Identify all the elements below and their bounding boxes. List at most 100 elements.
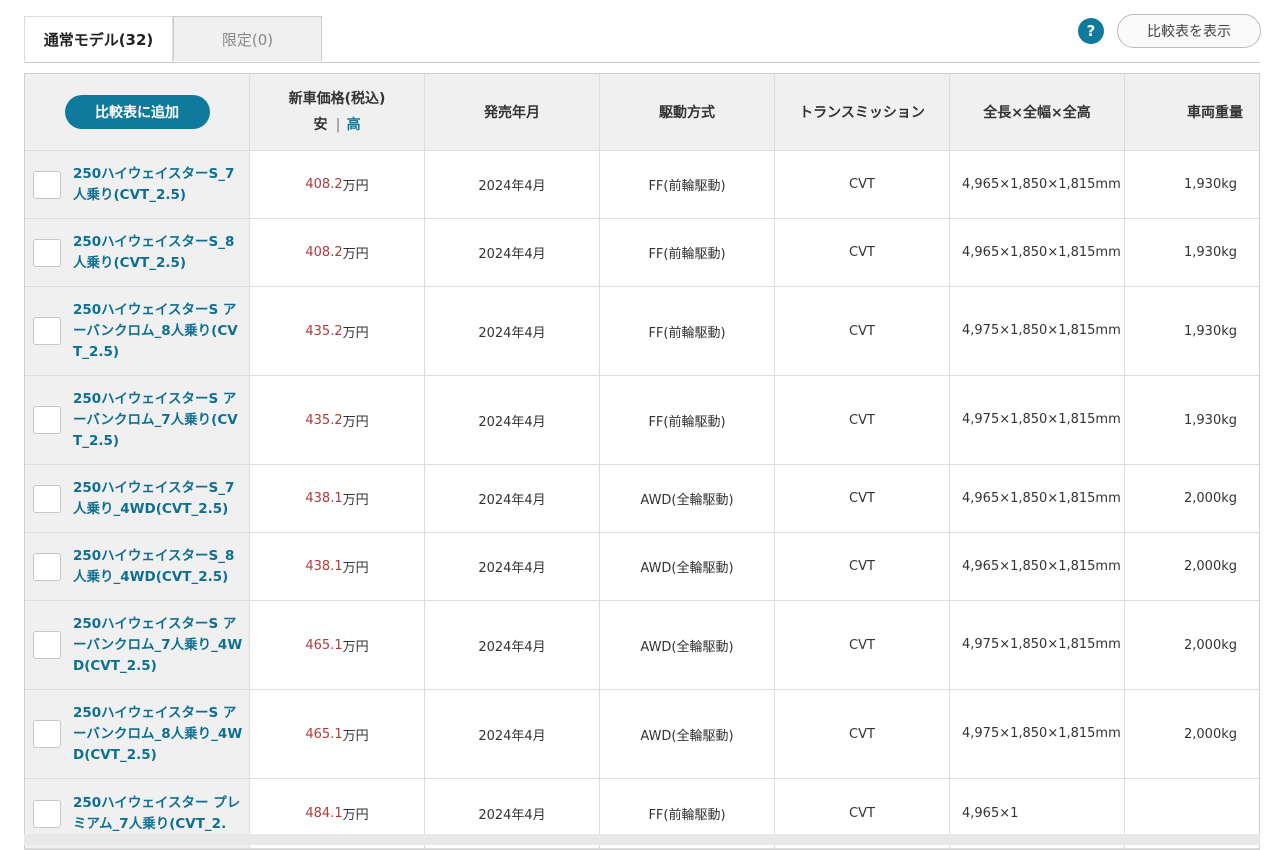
model-cell: 250ハイウェイスターS アーバンクロム_7人乗り_4WD(CVT_2.5) bbox=[25, 601, 250, 689]
sort-separator: | bbox=[335, 117, 341, 133]
header-release: 発売年月 bbox=[425, 74, 600, 150]
price-cell: 435.2 万円 bbox=[250, 376, 425, 464]
weight-cell: 1,930kg bbox=[1184, 323, 1237, 339]
price-unit: 万円 bbox=[342, 414, 369, 430]
header-drive: 駆動方式 bbox=[600, 74, 775, 150]
compare-checkbox[interactable] bbox=[33, 406, 61, 434]
weight-cell: 1,930kg bbox=[1184, 412, 1237, 428]
model-name-link[interactable]: 250ハイウェイスターS アーバンクロム_8人乗り_4WD(CVT_2.5) bbox=[73, 703, 243, 766]
header-dimensions: 全長×全幅×全高 bbox=[950, 74, 1125, 150]
price-value: 435.2 bbox=[305, 412, 343, 428]
weight-cell: 1,930kg bbox=[1184, 177, 1237, 192]
price-cell: 438.1 万円 bbox=[250, 533, 425, 600]
release-cell: 2024年4月 bbox=[425, 287, 600, 375]
release-cell: 2024年4月 bbox=[425, 690, 600, 778]
table-row: 250ハイウェイスターS_7人乗り_4WD(CVT_2.5) 438.1 万円 2… bbox=[25, 465, 1259, 533]
model-cell: 250ハイウェイスターS_7人乗り_4WD(CVT_2.5) bbox=[25, 465, 250, 532]
dimensions-cell: 4,975×1,850×1,815mm bbox=[950, 376, 1125, 464]
compare-checkbox[interactable] bbox=[33, 799, 61, 828]
table-row: 250ハイウェイスターS アーバンクロム_8人乗り(CVT_2.5) 435.2… bbox=[25, 287, 1259, 376]
table-row: 250ハイウェイスターS_7人乗り(CVT_2.5) 408.2 万円 2024年… bbox=[25, 151, 1259, 219]
price-cell: 465.1 万円 bbox=[250, 601, 425, 689]
model-name-link[interactable]: 250ハイウェイスターS_8人乗り(CVT_2.5) bbox=[73, 232, 243, 274]
compare-checkbox[interactable] bbox=[33, 484, 61, 513]
drive-cell: AWD(全輪駆動) bbox=[600, 465, 775, 532]
sort-high-link[interactable]: 高 bbox=[347, 117, 361, 133]
price-unit: 万円 bbox=[342, 325, 369, 341]
weight-cell: 2,000kg bbox=[1184, 559, 1237, 574]
table-row: 250ハイウェイスターS_8人乗り_4WD(CVT_2.5) 438.1 万円 2… bbox=[25, 533, 1259, 601]
model-cell: 250ハイウェイスターS アーバンクロム_8人乗り(CVT_2.5) bbox=[25, 287, 250, 375]
transmission-cell: CVT bbox=[775, 151, 950, 218]
show-compare-table-button[interactable]: 比較表を表示 bbox=[1117, 14, 1261, 48]
transmission-cell: CVT bbox=[775, 601, 950, 689]
release-cell: 2024年4月 bbox=[425, 601, 600, 689]
price-value: 438.1 bbox=[305, 559, 343, 574]
table-header: 比較表に追加 新車価格(税込) 安 | 高 発売年月 駆動方式 トランスミッション … bbox=[25, 74, 1259, 151]
horizontal-scrollbar[interactable] bbox=[24, 834, 1260, 845]
price-unit: 万円 bbox=[342, 247, 369, 262]
model-name-link[interactable]: 250ハイウェイスターS_8人乗り_4WD(CVT_2.5) bbox=[73, 546, 243, 588]
help-icon[interactable]: ? bbox=[1078, 18, 1104, 44]
transmission-cell: CVT bbox=[775, 376, 950, 464]
price-unit: 万円 bbox=[342, 808, 369, 823]
table-row: 250ハイウェイスターS アーバンクロム_7人乗り_4WD(CVT_2.5) 4… bbox=[25, 601, 1259, 690]
model-cell: 250ハイウェイスターS_8人乗り_4WD(CVT_2.5) bbox=[25, 533, 250, 600]
drive-cell: AWD(全輪駆動) bbox=[600, 690, 775, 778]
tab-regular-models[interactable]: 通常モデル(32) bbox=[24, 16, 173, 62]
price-cell: 438.1 万円 bbox=[250, 465, 425, 532]
header-weight: 車両重量 bbox=[1187, 105, 1243, 121]
price-value: 408.2 bbox=[305, 177, 343, 192]
add-to-compare-button[interactable]: 比較表に追加 bbox=[64, 95, 210, 129]
header-price: 新車価格(税込) 安 | 高 bbox=[250, 74, 425, 150]
weight-cell: 2,000kg bbox=[1184, 637, 1237, 653]
compare-checkbox[interactable] bbox=[33, 631, 61, 659]
price-unit: 万円 bbox=[342, 728, 369, 744]
transmission-cell: CVT bbox=[775, 690, 950, 778]
price-cell: 465.1 万円 bbox=[250, 690, 425, 778]
dimensions-cell: 4,975×1,850×1,815mm bbox=[950, 287, 1125, 375]
model-table: 比較表に追加 新車価格(税込) 安 | 高 発売年月 駆動方式 トランスミッション … bbox=[24, 73, 1260, 850]
tab-limited-models[interactable]: 限定(0) bbox=[173, 16, 322, 61]
weight-cell: 1,930kg bbox=[1184, 245, 1237, 260]
dimensions-cell: 4,965×1,850×1,815mm bbox=[950, 151, 1125, 218]
table-row: 250ハイウェイスターS アーバンクロム_7人乗り(CVT_2.5) 435.2… bbox=[25, 376, 1259, 465]
weight-cell: 2,000kg bbox=[1184, 491, 1237, 506]
price-value: 465.1 bbox=[305, 637, 343, 653]
dimensions-cell: 4,975×1,850×1,815mm bbox=[950, 601, 1125, 689]
drive-cell: FF(前輪駆動) bbox=[600, 287, 775, 375]
price-cell: 435.2 万円 bbox=[250, 287, 425, 375]
model-name-link[interactable]: 250ハイウェイスターS アーバンクロム_8人乗り(CVT_2.5) bbox=[73, 300, 243, 363]
model-name-link[interactable]: 250ハイウェイスターS_7人乗り_4WD(CVT_2.5) bbox=[73, 478, 243, 520]
compare-checkbox[interactable] bbox=[33, 170, 61, 199]
release-cell: 2024年4月 bbox=[425, 219, 600, 286]
model-name-link[interactable]: 250ハイウェイスターS アーバンクロム_7人乗り_4WD(CVT_2.5) bbox=[73, 614, 243, 677]
drive-cell: FF(前輪駆動) bbox=[600, 219, 775, 286]
price-value: 435.2 bbox=[305, 323, 343, 339]
compare-checkbox[interactable] bbox=[33, 238, 61, 267]
model-name-link[interactable]: 250ハイウェイスター プレミアム_7人乗り(CVT_2. bbox=[73, 793, 243, 835]
dimensions-cell: 4,965×1,850×1,815mm bbox=[950, 465, 1125, 532]
transmission-cell: CVT bbox=[775, 287, 950, 375]
transmission-cell: CVT bbox=[775, 465, 950, 532]
transmission-cell: CVT bbox=[775, 219, 950, 286]
price-cell: 408.2 万円 bbox=[250, 151, 425, 218]
price-value: 465.1 bbox=[305, 726, 343, 742]
release-cell: 2024年4月 bbox=[425, 151, 600, 218]
model-cell: 250ハイウェイスターS アーバンクロム_8人乗り_4WD(CVT_2.5) bbox=[25, 690, 250, 778]
model-name-link[interactable]: 250ハイウェイスターS_7人乗り(CVT_2.5) bbox=[73, 164, 243, 206]
header-transmission: トランスミッション bbox=[775, 74, 950, 150]
compare-checkbox[interactable] bbox=[33, 552, 61, 581]
model-tabs: 通常モデル(32) 限定(0) bbox=[24, 16, 1260, 63]
sort-low-link[interactable]: 安 bbox=[313, 117, 327, 133]
header-add-cell: 比較表に追加 bbox=[25, 74, 250, 150]
price-sort: 安 | 高 bbox=[313, 112, 360, 138]
dimensions-cell: 4,965×1,850×1,815mm bbox=[950, 219, 1125, 286]
model-name-link[interactable]: 250ハイウェイスターS アーバンクロム_7人乗り(CVT_2.5) bbox=[73, 389, 243, 452]
compare-checkbox[interactable] bbox=[33, 317, 61, 345]
compare-checkbox[interactable] bbox=[33, 720, 61, 748]
price-value: 438.1 bbox=[305, 491, 343, 506]
price-value: 408.2 bbox=[305, 245, 343, 260]
price-unit: 万円 bbox=[342, 639, 369, 655]
table-body: 250ハイウェイスターS_7人乗り(CVT_2.5) 408.2 万円 2024年… bbox=[25, 151, 1259, 849]
